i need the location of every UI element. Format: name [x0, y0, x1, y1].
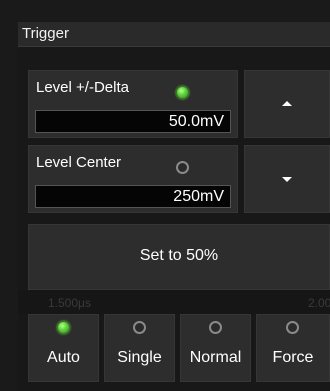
mode-single-label: Single: [117, 349, 162, 366]
level-center-indicator-icon: [176, 161, 189, 174]
arrow-down-icon: [282, 177, 292, 182]
panel-header: Trigger: [18, 22, 330, 47]
set-to-50-label: Set to 50%: [139, 247, 219, 264]
mode-normal-indicator-icon: [208, 321, 222, 334]
mode-force-button[interactable]: Force: [256, 314, 330, 382]
background-time-right: 2.00: [308, 296, 330, 310]
mode-auto-indicator-icon: [56, 321, 70, 334]
mode-force-label: Force: [272, 349, 314, 366]
mode-force-indicator-icon: [286, 321, 299, 334]
trigger-panel: Trigger Level +/-Delta 50.0mV Level Cent…: [0, 0, 330, 391]
level-up-button[interactable]: [244, 70, 330, 138]
level-center-label: Level Center: [36, 154, 122, 171]
background-time-left: 1.500μs: [48, 296, 91, 310]
mode-single-button[interactable]: Single: [104, 314, 175, 382]
set-to-50-button[interactable]: Set to 50%: [28, 224, 330, 290]
level-delta-control[interactable]: Level +/-Delta 50.0mV: [28, 70, 238, 138]
mode-single-indicator-icon: [132, 321, 146, 334]
level-down-button[interactable]: [244, 145, 330, 213]
arrow-up-icon: [282, 101, 292, 106]
mode-normal-button[interactable]: Normal: [180, 314, 251, 382]
panel-title: Trigger: [22, 25, 69, 42]
mode-normal-label: Normal: [189, 349, 242, 366]
level-center-control[interactable]: Level Center 250mV: [28, 145, 238, 213]
level-delta-label: Level +/-Delta: [36, 79, 129, 96]
level-delta-value[interactable]: 50.0mV: [35, 110, 231, 133]
mode-auto-label: Auto: [47, 349, 80, 366]
mode-auto-button[interactable]: Auto: [28, 314, 99, 382]
level-center-value[interactable]: 250mV: [35, 185, 231, 208]
level-delta-indicator-icon: [176, 86, 189, 99]
background-time-strip: 1.500μs 2.00: [18, 290, 330, 314]
